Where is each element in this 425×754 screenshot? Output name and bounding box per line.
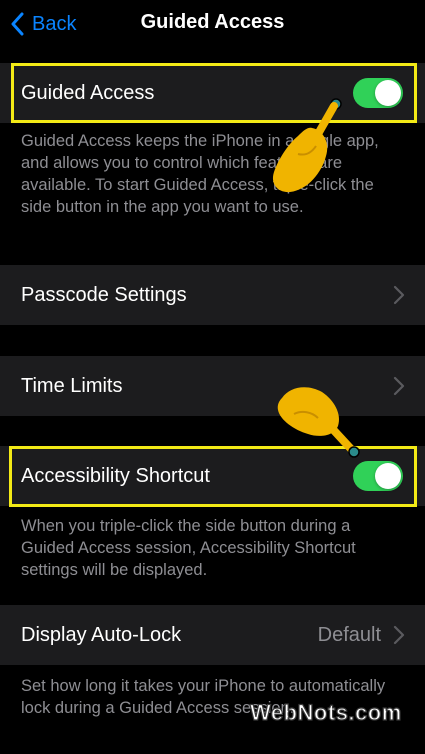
- highlight-box-guided-access: [11, 63, 417, 123]
- guided-access-description: Guided Access keeps the iPhone in a sing…: [21, 132, 379, 216]
- pointing-hand-icon: [277, 387, 360, 458]
- chevron-right-icon: [393, 625, 405, 645]
- display-auto-lock-row[interactable]: Display Auto-Lock Default: [0, 605, 425, 665]
- display-auto-lock-value: Default: [317, 623, 381, 646]
- time-limits-label: Time Limits: [21, 374, 123, 397]
- chevron-right-icon: [393, 376, 405, 396]
- watermark-text: WebNots.com: [249, 699, 402, 725]
- passcode-settings-row[interactable]: Passcode Settings: [0, 265, 425, 325]
- chevron-right-icon: [393, 285, 405, 305]
- pointing-hand-icon: [272, 98, 342, 193]
- page-title: Guided Access: [140, 11, 285, 33]
- display-auto-lock-label: Display Auto-Lock: [21, 623, 182, 646]
- passcode-settings-label: Passcode Settings: [21, 283, 187, 306]
- accessibility-shortcut-description: When you triple-click the side button du…: [21, 517, 356, 579]
- navigation-bar: Back Guided Access: [0, 0, 425, 48]
